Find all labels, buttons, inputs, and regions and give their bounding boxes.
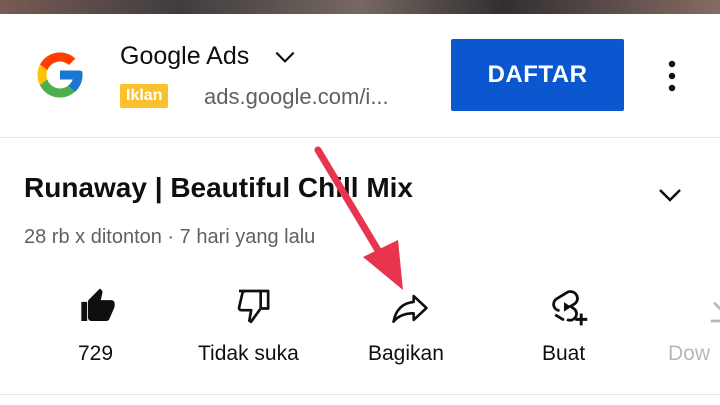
ad-card[interactable]: Google Ads Iklan ads.google.com/i... DAF… <box>0 14 720 138</box>
share-icon <box>392 294 428 324</box>
dislike-button[interactable]: Tidak suka <box>190 280 320 380</box>
video-meta: 28 rb x ditonton · 7 hari yang lalu <box>24 226 316 248</box>
create-button[interactable]: Buat <box>530 280 600 380</box>
share-label: Bagikan <box>368 342 444 365</box>
like-count: 729 <box>78 342 114 365</box>
create-label: Buat <box>542 342 586 365</box>
dislike-label: Tidak suka <box>198 342 299 365</box>
video-title[interactable]: Runaway | Beautiful Chill Mix <box>24 172 413 204</box>
chevron-down-icon[interactable] <box>272 44 298 70</box>
video-frame-tint <box>0 0 720 14</box>
like-button[interactable]: 729 <box>60 280 136 380</box>
create-icon <box>552 290 588 326</box>
ad-advertiser-name[interactable]: Google Ads <box>120 42 249 71</box>
google-logo-icon <box>37 52 83 98</box>
thumbs-down-icon <box>237 289 270 324</box>
more-vert-icon[interactable] <box>658 56 686 96</box>
download-icon <box>710 301 720 323</box>
action-bar: 729 Tidak suka Bagikan Buat Dow <box>0 280 720 390</box>
expand-description-icon[interactable] <box>655 180 685 210</box>
thumbs-up-filled-icon <box>81 288 115 321</box>
divider <box>0 394 720 395</box>
download-label: Dow <box>668 342 711 365</box>
ad-badge: Iklan <box>120 84 169 108</box>
video-player-edge <box>0 0 720 14</box>
ad-url[interactable]: ads.google.com/i... <box>204 84 389 110</box>
ad-cta-button[interactable]: DAFTAR <box>451 39 624 111</box>
share-button[interactable]: Bagikan <box>360 280 460 380</box>
download-button[interactable]: Dow <box>668 280 720 380</box>
